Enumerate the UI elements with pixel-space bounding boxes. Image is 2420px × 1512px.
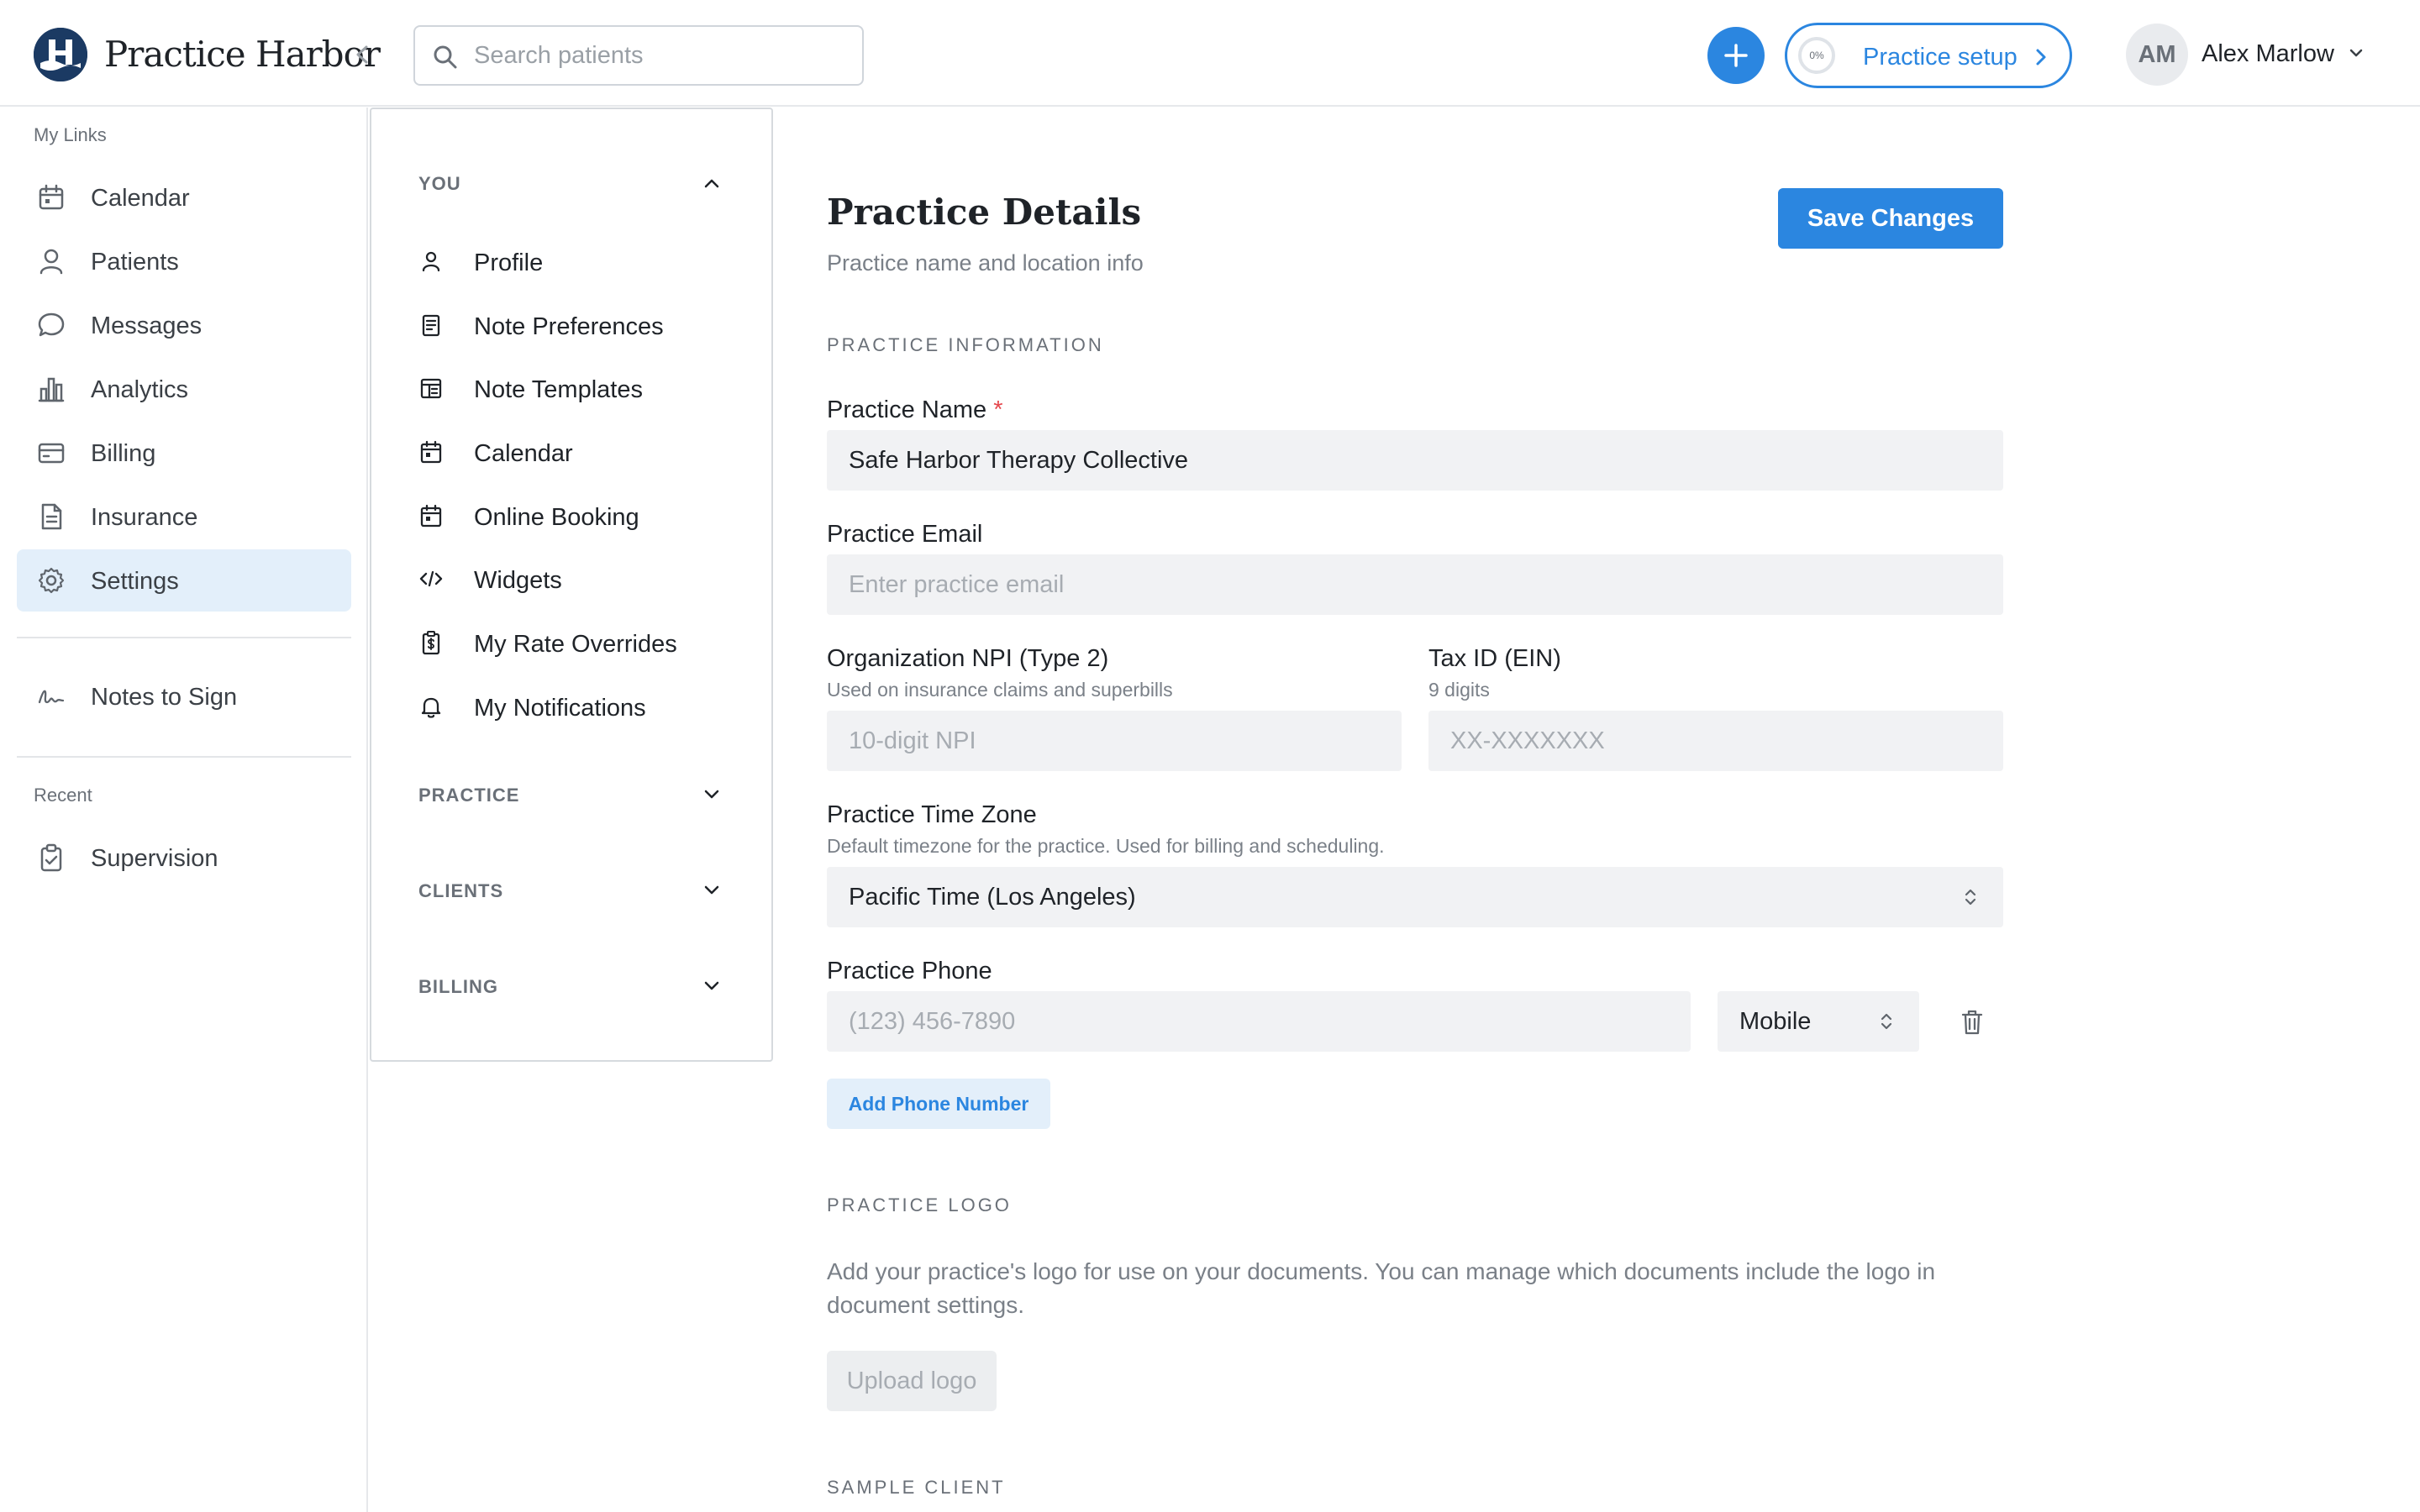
search-icon xyxy=(432,44,459,71)
calendar-icon xyxy=(37,183,66,212)
practice-setup-button[interactable]: 0% Practice setup xyxy=(1785,23,2072,88)
phone-label: Practice Phone xyxy=(827,958,992,984)
chevron-right-icon xyxy=(2033,45,2049,69)
sidebar-item-patients[interactable]: Patients xyxy=(17,230,351,292)
chevron-left-icon xyxy=(356,45,368,64)
section-title-sample-client: SAMPLE CLIENT xyxy=(827,1477,1006,1498)
tax-id-label: Tax ID (EIN) xyxy=(1428,645,1561,672)
settings-item-my-rate-overrides[interactable]: My Rate Overrides xyxy=(418,618,738,669)
practice-name-label: Practice Name * xyxy=(827,396,1003,423)
clipboard-check-icon xyxy=(37,843,66,872)
phone-field[interactable] xyxy=(827,991,1691,1052)
bell-icon xyxy=(418,694,444,719)
document-icon xyxy=(37,502,66,531)
search-box[interactable] xyxy=(413,25,864,86)
page-title: Practice Details xyxy=(827,192,1142,233)
calendar-icon xyxy=(418,503,444,528)
section-heading-clients[interactable]: CLIENTS xyxy=(418,880,503,902)
search-input[interactable] xyxy=(474,39,844,72)
phone-type-value: Mobile xyxy=(1739,1008,1812,1035)
tax-id-field[interactable] xyxy=(1428,711,2003,771)
chevron-up-icon[interactable] xyxy=(701,175,723,192)
timezone-value: Pacific Time (Los Angeles) xyxy=(849,884,1136,911)
main-sidebar: My Links Calendar Patients Messages Anal… xyxy=(0,108,368,1512)
sidebar-item-billing[interactable]: Billing xyxy=(17,422,351,484)
sidebar-item-settings[interactable]: Settings xyxy=(17,549,351,612)
gear-icon xyxy=(37,566,66,595)
sidebar-item-notes-to-sign[interactable]: Notes to Sign xyxy=(17,665,351,727)
timezone-select[interactable]: Pacific Time (Los Angeles) xyxy=(827,867,2003,927)
note-icon xyxy=(418,312,444,338)
timezone-label: Practice Time Zone xyxy=(827,801,1037,828)
top-bar: Practice Harbor 0% Practice setup AM Ale… xyxy=(0,0,2420,107)
person-icon xyxy=(418,249,444,274)
practice-email-label: Practice Email xyxy=(827,521,983,548)
person-icon xyxy=(37,247,66,276)
recent-heading: Recent xyxy=(34,785,92,806)
settings-item-profile[interactable]: Profile xyxy=(418,237,738,287)
collapse-sidebar-button[interactable] xyxy=(351,40,373,69)
sidebar-divider xyxy=(17,637,351,638)
save-changes-button[interactable]: Save Changes xyxy=(1778,188,2003,249)
page-subtitle: Practice name and location info xyxy=(827,250,1144,276)
section-title-practice-logo: PRACTICE LOGO xyxy=(827,1194,1012,1215)
tax-id-hint: 9 digits xyxy=(1428,679,1490,701)
sidebar-item-calendar[interactable]: Calendar xyxy=(17,166,351,228)
plus-icon xyxy=(1724,44,1748,67)
logo-description: Add your practice's logo for use on your… xyxy=(827,1258,1936,1318)
template-icon xyxy=(418,375,444,401)
chat-bubble-icon xyxy=(37,311,66,339)
chevron-down-icon[interactable] xyxy=(701,882,723,899)
user-name[interactable]: Alex Marlow xyxy=(2202,40,2334,68)
signature-icon xyxy=(37,682,66,711)
sidebar-divider xyxy=(17,756,351,758)
section-heading-practice[interactable]: PRACTICE xyxy=(418,785,519,806)
practice-name-field[interactable] xyxy=(827,430,2003,491)
sidebar-item-analytics[interactable]: Analytics xyxy=(17,358,351,420)
section-title-practice-information: PRACTICE INFORMATION xyxy=(827,334,1104,355)
credit-card-icon xyxy=(37,438,66,467)
settings-item-widgets[interactable]: Widgets xyxy=(418,554,738,605)
code-icon xyxy=(418,566,444,591)
timezone-hint: Default timezone for the practice. Used … xyxy=(827,835,1385,857)
practice-details-panel: Practice Details Practice name and locat… xyxy=(827,108,2020,1512)
dollar-clipboard-icon xyxy=(418,630,444,655)
sidebar-item-messages[interactable]: Messages xyxy=(17,294,351,356)
bar-chart-icon xyxy=(37,375,66,403)
settings-item-note-templates[interactable]: Note Templates xyxy=(418,364,738,414)
chevron-down-icon[interactable] xyxy=(701,978,723,995)
sidebar-item-supervision[interactable]: Supervision xyxy=(17,827,351,889)
trash-icon[interactable] xyxy=(1960,1008,1985,1037)
sidebar-item-insurance[interactable]: Insurance xyxy=(17,486,351,548)
calendar-icon xyxy=(418,439,444,465)
npi-label: Organization NPI (Type 2) xyxy=(827,645,1109,672)
settings-item-my-notifications[interactable]: My Notifications xyxy=(418,682,738,732)
avatar[interactable]: AM xyxy=(2126,24,2188,86)
chevron-down-icon[interactable] xyxy=(2348,47,2365,60)
required-marker: * xyxy=(993,396,1003,423)
section-heading-you[interactable]: YOU xyxy=(418,173,461,195)
practice-email-field[interactable] xyxy=(827,554,2003,615)
practice-harbor-logo-icon[interactable] xyxy=(34,28,87,81)
npi-field[interactable] xyxy=(827,711,1402,771)
setup-progress-text: 0% xyxy=(1809,50,1824,61)
settings-item-note-preferences[interactable]: Note Preferences xyxy=(418,301,738,351)
upload-logo-button[interactable]: Upload logo xyxy=(827,1351,997,1411)
section-heading-billing[interactable]: BILLING xyxy=(418,976,498,998)
select-arrows-icon xyxy=(1877,1010,1896,1033)
my-links-heading: My Links xyxy=(34,124,107,145)
chevron-down-icon[interactable] xyxy=(701,786,723,803)
phone-type-select[interactable]: Mobile xyxy=(1718,991,1919,1052)
settings-item-calendar[interactable]: Calendar xyxy=(418,428,738,478)
create-new-button[interactable] xyxy=(1707,27,1765,84)
brand-name: Practice Harbor xyxy=(104,34,381,75)
practice-setup-label: Practice setup xyxy=(1863,44,2018,71)
setup-progress-ring: 0% xyxy=(1797,36,1836,75)
settings-menu: YOU Profile Note Preferences Note Templa… xyxy=(370,108,773,1062)
add-phone-number-button[interactable]: Add Phone Number xyxy=(827,1079,1050,1129)
select-arrows-icon xyxy=(1961,885,1980,909)
settings-item-online-booking[interactable]: Online Booking xyxy=(418,491,738,542)
npi-hint: Used on insurance claims and superbills xyxy=(827,679,1173,701)
